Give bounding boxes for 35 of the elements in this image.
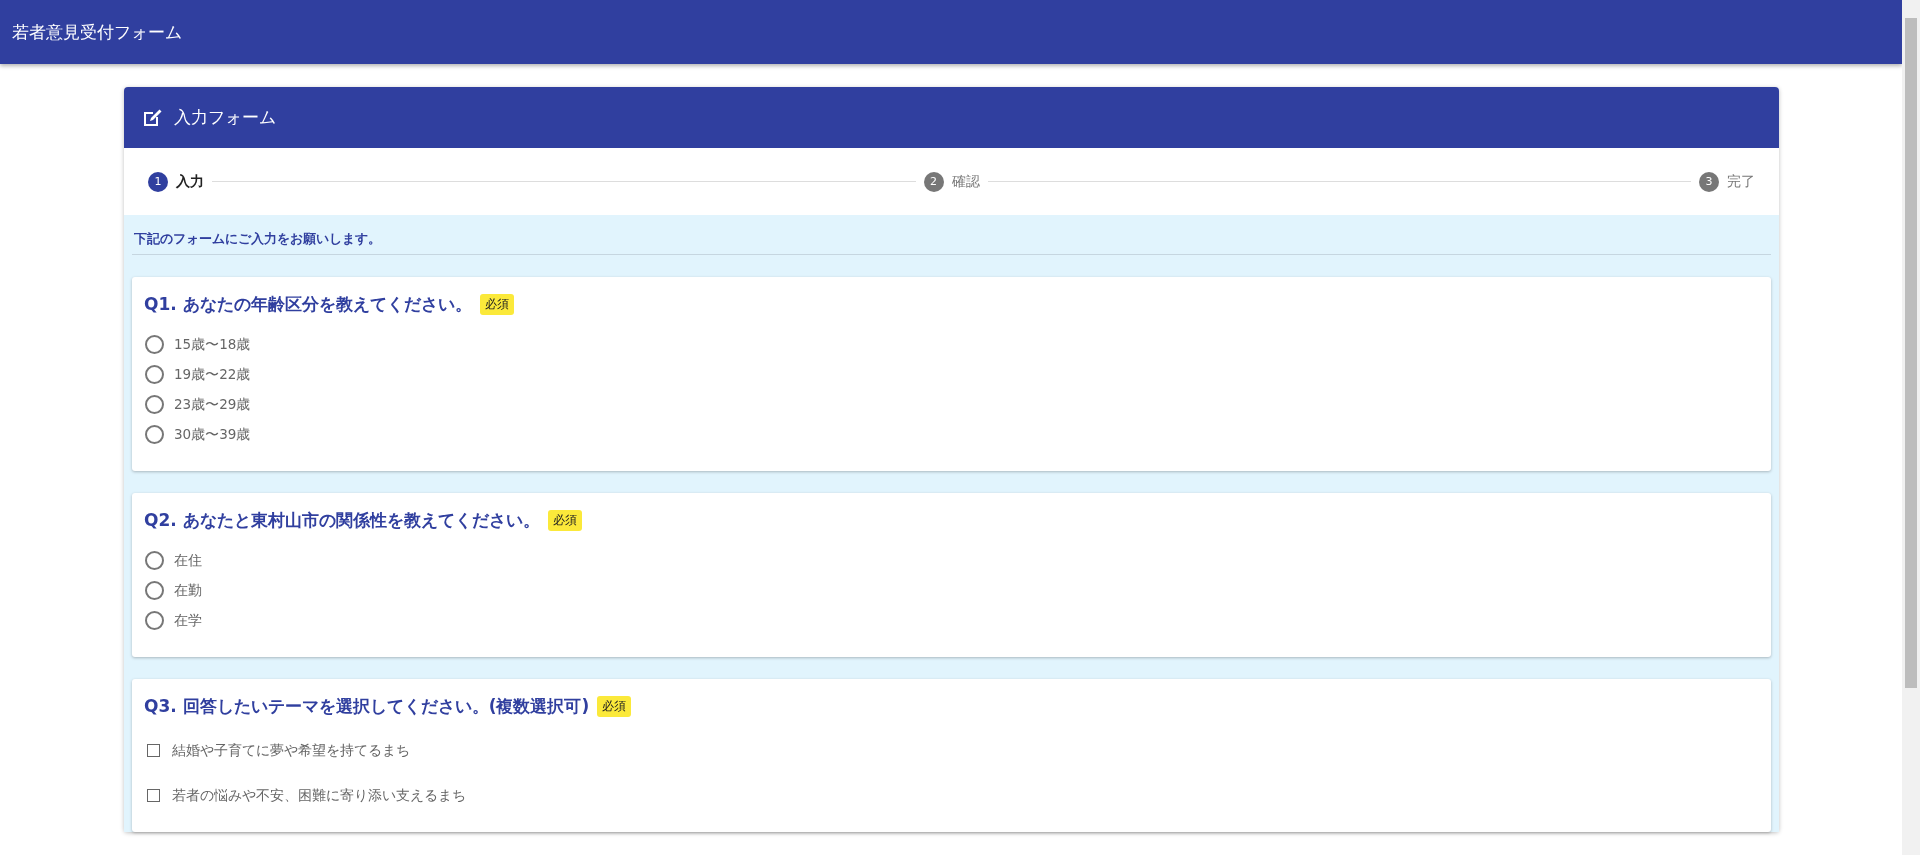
step-number: 3 xyxy=(1699,171,1719,192)
radio-button[interactable] xyxy=(145,395,164,414)
scrollbar-thumb[interactable] xyxy=(1905,18,1917,688)
required-badge: 必須 xyxy=(597,696,632,717)
step-label: 入力 xyxy=(176,172,204,191)
radio-button[interactable] xyxy=(145,425,164,444)
step-label: 確認 xyxy=(951,172,980,191)
option-label[interactable]: 若者の悩みや不安、困難に寄り添い支えるまち xyxy=(172,786,466,805)
card-title: 入力フォーム xyxy=(174,106,276,129)
radio-button[interactable] xyxy=(145,335,164,354)
radio-button[interactable] xyxy=(145,551,164,570)
option-label[interactable]: 結婚や子育てに夢や希望を持てるまち xyxy=(172,741,410,760)
question-title: Q2. あなたと東村山市の関係性を教えてください。 xyxy=(144,509,540,532)
option-label[interactable]: 19歳〜22歳 xyxy=(174,365,251,384)
checkbox[interactable] xyxy=(147,744,160,757)
step-label: 完了 xyxy=(1727,172,1755,191)
radio-button[interactable] xyxy=(145,581,164,600)
option-label[interactable]: 在学 xyxy=(174,611,202,630)
radio-button[interactable] xyxy=(145,365,164,384)
option-label[interactable]: 23歳〜29歳 xyxy=(174,395,251,414)
checkbox[interactable] xyxy=(147,789,160,802)
step-number: 2 xyxy=(923,171,944,192)
question-title: Q3. 回答したいテーマを選択してください。(複数選択可) xyxy=(144,695,590,718)
option-label[interactable]: 30歳〜39歳 xyxy=(174,425,251,444)
intro-text: 下記のフォームにご入力をお願いします。 xyxy=(132,227,1771,255)
option-label[interactable]: 在住 xyxy=(174,551,202,570)
required-badge: 必須 xyxy=(479,294,514,315)
scrollbar[interactable] xyxy=(1902,0,1920,855)
option-label[interactable]: 15歳〜18歳 xyxy=(174,335,251,354)
required-badge: 必須 xyxy=(547,510,582,531)
app-title: 若者意見受付フォーム xyxy=(12,20,182,44)
radio-button[interactable] xyxy=(145,611,164,630)
option-label[interactable]: 在勤 xyxy=(174,581,202,600)
question-title: Q1. あなたの年齢区分を教えてください。 xyxy=(144,293,472,316)
step-number: 1 xyxy=(148,171,168,192)
